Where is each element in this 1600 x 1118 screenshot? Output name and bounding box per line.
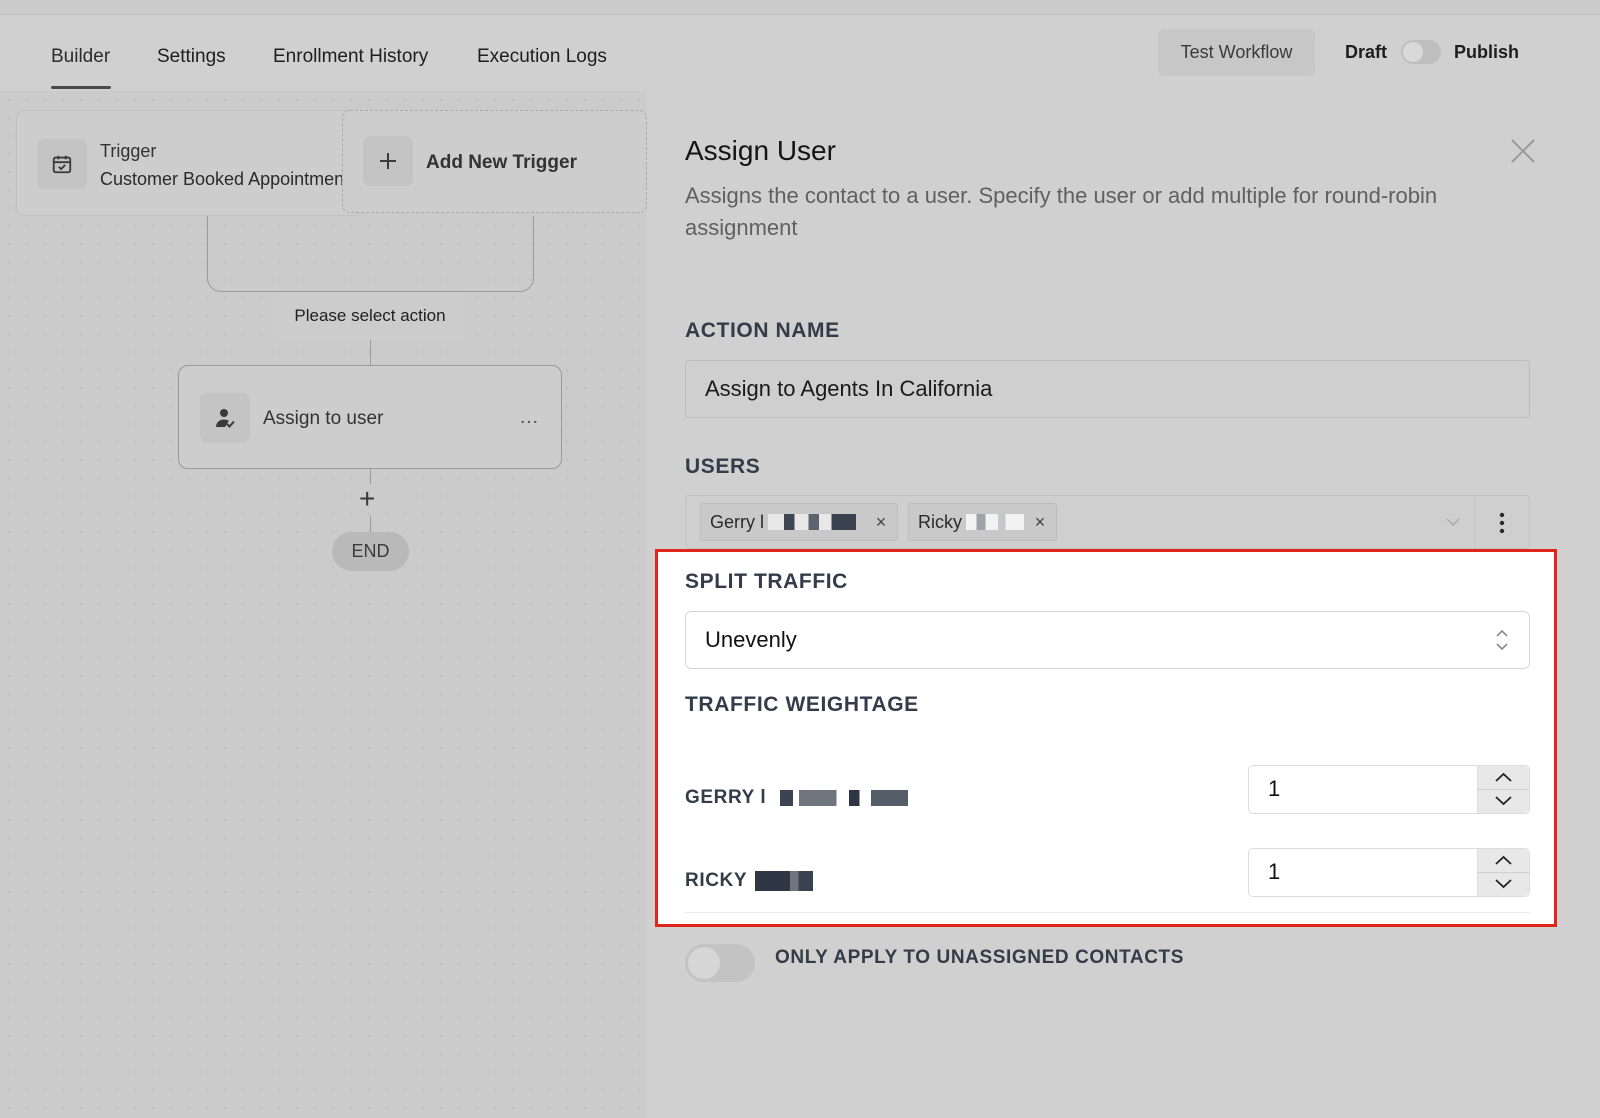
tab-builder[interactable]: Builder: [51, 46, 110, 68]
weight-value: 1: [1268, 776, 1281, 801]
weight-value: 1: [1268, 859, 1281, 884]
connector-line: [370, 469, 371, 484]
weight-user-label: GERRY l: [685, 787, 767, 808]
unassigned-only-label: ONLY APPLY TO UNASSIGNED CONTACTS: [775, 947, 1185, 968]
action-name-label: ACTION NAME: [685, 319, 840, 342]
add-step-button[interactable]: +: [359, 484, 375, 514]
trigger-title: Trigger: [100, 141, 157, 161]
assign-user-action-card[interactable]: Assign to user …: [178, 365, 562, 469]
redacted-surname: [754, 870, 813, 891]
weight-user-name: RICKY: [685, 870, 813, 892]
panel-description: Assigns the contact to a user. Specify t…: [685, 183, 1438, 240]
toggle-knob: [688, 947, 720, 979]
tab-settings[interactable]: Settings: [157, 46, 226, 68]
action-label: Assign to user: [263, 408, 384, 429]
test-workflow-button[interactable]: Test Workflow: [1158, 29, 1315, 76]
remove-user-icon[interactable]: ×: [873, 512, 889, 532]
trigger-connector: [207, 216, 534, 292]
action-name-input[interactable]: Assign to Agents In California: [685, 360, 1530, 418]
draft-label: Draft: [1345, 42, 1388, 62]
stepper-buttons: [1477, 766, 1529, 813]
increment-button[interactable]: [1478, 766, 1529, 790]
user-chip-name: Gerry l: [710, 511, 764, 532]
panel-title: Assign User: [685, 135, 836, 166]
redacted-surname: [768, 514, 856, 530]
publish-label: Publish: [1454, 42, 1520, 62]
add-new-trigger-card[interactable]: Add New Trigger: [342, 110, 647, 213]
assign-user-icon: [200, 393, 250, 443]
user-chip: Gerry l ×: [700, 503, 898, 541]
decrement-button[interactable]: [1478, 790, 1529, 813]
active-tab-indicator: [51, 86, 111, 89]
select-action-prompt[interactable]: Please select action: [276, 292, 464, 340]
increment-button[interactable]: [1478, 849, 1529, 873]
add-new-trigger-label: Add New Trigger: [426, 152, 577, 173]
traffic-weightage-label: TRAFFIC WEIGHTAGE: [685, 693, 919, 716]
decrement-button[interactable]: [1478, 873, 1529, 896]
ricky-weight-stepper[interactable]: 1: [1248, 848, 1530, 897]
plus-icon: [363, 136, 413, 186]
user-chip: Ricky ×: [908, 503, 1057, 541]
trigger-card[interactable]: Trigger Customer Booked Appointment: [16, 110, 362, 216]
chevron-down-icon[interactable]: [1446, 514, 1460, 532]
connector-line: [370, 340, 371, 365]
gerry-weight-stepper[interactable]: 1: [1248, 765, 1530, 814]
user-chip-name: Ricky: [918, 511, 962, 532]
redacted-surname: [780, 789, 909, 806]
divider: [685, 912, 1530, 913]
unassigned-only-toggle[interactable]: [685, 944, 755, 982]
close-icon[interactable]: [1508, 136, 1538, 166]
users-multiselect[interactable]: Gerry l × Ricky ×: [685, 495, 1530, 549]
users-label: USERS: [685, 455, 761, 478]
redacted-surname: [966, 514, 1024, 530]
split-traffic-value: Unevenly: [705, 627, 797, 652]
toggle-knob: [1403, 42, 1423, 62]
window-top-strip: [0, 0, 1600, 15]
tab-enrollment-history[interactable]: Enrollment History: [273, 46, 428, 68]
remove-user-icon[interactable]: ×: [1032, 512, 1048, 532]
publish-toggle[interactable]: [1401, 40, 1441, 64]
split-traffic-select[interactable]: Unevenly: [685, 611, 1530, 669]
kebab-menu-icon[interactable]: [1496, 510, 1508, 536]
select-updown-icon: [1495, 627, 1509, 659]
stepper-buttons: [1477, 849, 1529, 896]
connector-line: [370, 516, 371, 532]
calendar-check-icon: [37, 139, 87, 189]
tab-execution-logs[interactable]: Execution Logs: [477, 46, 607, 68]
end-node: END: [332, 532, 409, 571]
split-traffic-label: SPLIT TRAFFIC: [685, 570, 848, 593]
more-options-icon[interactable]: …: [519, 406, 540, 429]
trigger-event-name: Customer Booked Appointment: [100, 169, 350, 189]
weight-user-name: GERRY l: [685, 787, 909, 809]
users-divider: [1474, 496, 1475, 548]
weight-user-label: RICKY: [685, 870, 747, 891]
